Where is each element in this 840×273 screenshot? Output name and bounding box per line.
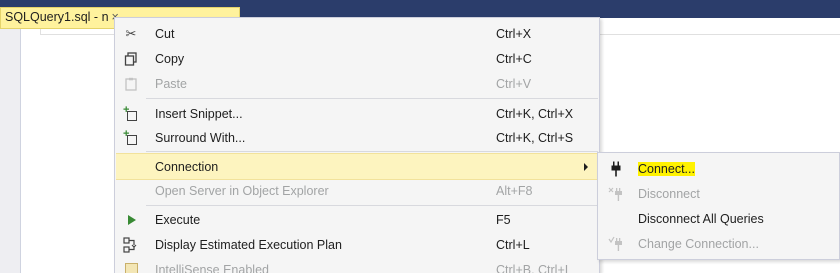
menu-item-label: IntelliSense Enabled (155, 263, 269, 273)
menu-item-shortcut: Ctrl+B, Ctrl+I (496, 263, 569, 273)
surround-with-icon: + (123, 128, 139, 146)
menu-item-intellisense-enabled[interactable]: IntelliSense Enabled Ctrl+B, Ctrl+I (116, 258, 600, 273)
menu-item-insert-snippet[interactable]: + Insert Snippet... Ctrl+K, Ctrl+X (116, 102, 600, 126)
menu-item-paste[interactable]: Paste Ctrl+V (116, 72, 600, 96)
paste-icon (123, 76, 139, 92)
menu-item-copy[interactable]: Copy Ctrl+C (116, 47, 600, 71)
submenu-item-connect[interactable]: Connect... (599, 157, 840, 181)
menu-item-label: Copy (155, 52, 185, 66)
menu-item-label: Insert Snippet... (155, 107, 243, 121)
unplug-icon (608, 186, 624, 202)
execution-plan-icon (123, 237, 139, 253)
menu-item-label: Surround With... (155, 131, 246, 145)
menu-item-shortcut: Ctrl+C (496, 52, 532, 66)
menu-item-label: Cut (155, 27, 175, 41)
submenu-item-label: Disconnect All Queries (638, 212, 764, 226)
menu-item-execute[interactable]: Execute F5 (116, 208, 600, 232)
submenu-item-disconnect-all-queries[interactable]: Disconnect All Queries (599, 207, 840, 231)
menu-item-label: Display Estimated Execution Plan (155, 238, 342, 252)
menu-item-label: Execute (155, 213, 201, 227)
intellisense-icon (123, 262, 139, 273)
menu-item-shortcut: Ctrl+L (496, 238, 530, 252)
submenu-item-disconnect[interactable]: Disconnect (599, 182, 840, 206)
menu-item-open-server-in-object-explorer[interactable]: Open Server in Object Explorer Alt+F8 (116, 179, 600, 203)
submenu-item-label: Change Connection... (638, 237, 759, 251)
connection-submenu: Connect... Disconnect Disconnect All Que… (597, 152, 840, 260)
menu-separator (146, 151, 598, 152)
menu-item-shortcut: F5 (496, 213, 511, 227)
menu-item-shortcut: Ctrl+K, Ctrl+S (496, 131, 574, 145)
submenu-item-label: Disconnect (638, 187, 700, 201)
menu-item-label: Paste (155, 77, 187, 91)
menu-separator (146, 98, 598, 99)
menu-item-connection[interactable]: Connection (116, 153, 600, 180)
submenu-item-change-connection[interactable]: Change Connection... (599, 232, 840, 256)
menu-item-shortcut: Alt+F8 (496, 184, 533, 198)
submenu-item-label: Connect... (638, 162, 695, 176)
menu-item-shortcut: Ctrl+V (496, 77, 532, 91)
document-tab-title: SQLQuery1.sql - n (5, 10, 109, 24)
menu-item-shortcut: Ctrl+K, Ctrl+X (496, 107, 574, 121)
menu-item-label: Open Server in Object Explorer (155, 184, 329, 198)
highlighted-label-text: Connect... (638, 162, 695, 176)
change-connection-icon (608, 236, 624, 252)
menu-item-label: Connection (155, 160, 219, 174)
cut-icon: ✂ (125, 26, 137, 41)
menu-item-surround-with[interactable]: + Surround With... Ctrl+K, Ctrl+S (116, 126, 600, 150)
insert-snippet-icon: + (123, 104, 139, 122)
copy-icon (123, 51, 139, 67)
context-menu: ✂ Cut Ctrl+X Copy Ctrl+C Paste Ctrl+V + … (114, 17, 600, 273)
menu-item-shortcut: Ctrl+X (496, 27, 532, 41)
submenu-arrow-icon (584, 163, 588, 171)
menu-separator (146, 205, 598, 206)
execute-icon (123, 212, 139, 228)
menu-item-cut[interactable]: ✂ Cut Ctrl+X (116, 22, 600, 46)
plug-icon (608, 161, 624, 177)
menu-item-display-estimated-execution-plan[interactable]: Display Estimated Execution Plan Ctrl+L (116, 233, 600, 257)
